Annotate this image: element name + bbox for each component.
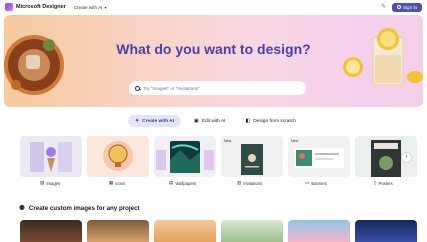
invitation-icon: ▥ [237, 180, 242, 185]
caption-label: Banners [311, 180, 327, 186]
mode-tabs: ✦ Create with AI ▣ Edit with AI ◧ Design… [128, 115, 303, 127]
caption-wallpapers[interactable]: ▤ Wallpapers [169, 180, 196, 186]
caption-label: Images [46, 180, 61, 186]
section-header: ✺ Create custom images for any project [19, 204, 140, 213]
person-icon [396, 5, 401, 9]
wallpaper-icon: ▤ [169, 180, 174, 185]
caption-posters[interactable]: ▯ Posters [374, 180, 393, 186]
search-icon [135, 85, 140, 91]
example-image-night[interactable] [355, 220, 417, 242]
caption-label: Icons [115, 180, 126, 186]
top-bar: Microsoft Designer Create with AI ▾ ✎ Si… [0, 0, 427, 14]
icons-thumbnail [103, 141, 133, 171]
tab-design-from-scratch[interactable]: ◧ Design from scratch [238, 115, 302, 127]
canvas-icon: ◧ [245, 118, 251, 124]
hero-banner: What do you want to design? [4, 15, 423, 107]
image-icon: ▧ [40, 180, 45, 185]
tab-label: Design from scratch [253, 118, 296, 124]
hero-title: What do you want to design? [116, 41, 311, 57]
caption-label: Posters [378, 180, 393, 186]
caption-banners[interactable]: ▭ Banners [305, 180, 327, 186]
new-badge: New [291, 139, 299, 143]
search-box[interactable] [129, 81, 306, 95]
brand-name[interactable]: Microsoft Designer [16, 4, 66, 10]
wallpapers-thumbnail [156, 141, 214, 173]
example-image-portrait[interactable] [20, 220, 82, 242]
example-image-rocket[interactable] [87, 220, 149, 242]
section-title: Create custom images for any project [28, 204, 140, 212]
images-thumbnail [30, 142, 72, 172]
designer-logo-icon[interactable] [5, 3, 13, 11]
sign-in-button[interactable]: Sign in [392, 2, 422, 12]
card-images[interactable] [20, 136, 82, 177]
caption-invitations[interactable]: ▥ Invitations [237, 180, 262, 186]
card-banners[interactable]: New [288, 136, 350, 177]
sign-in-label: Sign in [402, 4, 418, 10]
tab-edit-with-ai[interactable]: ▣ Edit with AI [187, 115, 232, 127]
chevron-down-icon: ▾ [104, 4, 107, 10]
caption-icons[interactable]: ▦ Icons [109, 180, 125, 186]
sparkle-icon: ✺ [19, 205, 25, 212]
sparkle-icon: ✦ [135, 118, 140, 124]
chevron-right-icon: › [405, 154, 408, 160]
card-wallpapers[interactable] [154, 136, 216, 177]
edit-image-icon: ▣ [194, 118, 199, 124]
caption-images[interactable]: ▧ Images [40, 180, 60, 186]
create-menu-label: Create with AI [73, 4, 103, 10]
card-invitations[interactable]: New [221, 136, 283, 177]
hero-drink-illustration-right [343, 28, 423, 86]
category-carousel: New New [20, 136, 417, 177]
caption-label: Wallpapers [175, 180, 197, 186]
example-image-robot[interactable] [221, 220, 283, 242]
example-image-landscape[interactable] [288, 220, 350, 242]
brush-icon[interactable]: ✎ [380, 4, 387, 11]
poster-icon: ▯ [374, 180, 377, 185]
custom-images-row [20, 220, 417, 242]
example-image-flower[interactable] [154, 220, 216, 242]
banner-icon: ▭ [305, 180, 310, 185]
tab-create-with-ai[interactable]: ✦ Create with AI [128, 115, 182, 127]
new-badge: New [224, 139, 232, 143]
icon-set-icon: ▦ [109, 180, 114, 185]
tab-label: Edit with AI [201, 118, 226, 124]
hero-drink-illustration-left [4, 35, 64, 95]
search-input[interactable] [143, 85, 293, 91]
tab-label: Create with AI [142, 118, 175, 124]
caption-label: Invitations [243, 180, 263, 186]
create-with-ai-menu[interactable]: Create with AI ▾ [74, 5, 107, 10]
carousel-next-button[interactable]: › [402, 153, 411, 162]
card-icons[interactable] [87, 136, 149, 177]
